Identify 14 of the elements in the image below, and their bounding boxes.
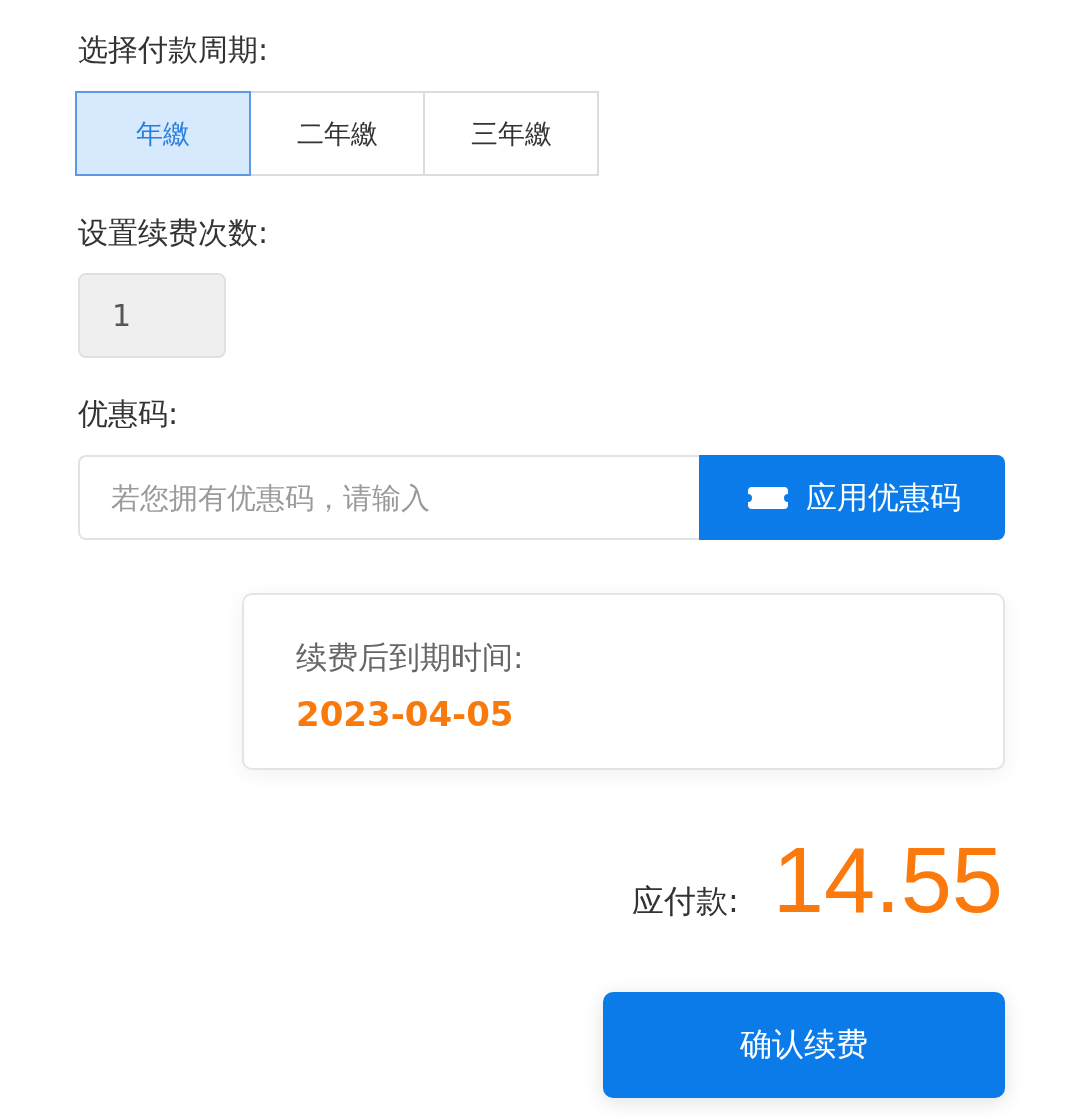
expiry-date: 2023-04-05 [296, 693, 514, 736]
period-option[interactable]: 年繳 [75, 91, 251, 176]
amount-due-label: 应付款: [632, 881, 739, 922]
payment-period-label: 选择付款周期: [78, 31, 269, 69]
ticket-icon [747, 486, 788, 509]
renewal-count-label: 设置续费次数: [78, 214, 269, 252]
amount-due-value: 14.55 [772, 828, 1003, 932]
apply-coupon-button[interactable]: 应用优惠码 [699, 455, 1005, 540]
coupon-label: 优惠码: [78, 395, 179, 433]
confirm-renewal-button[interactable]: 确认续费 [603, 992, 1005, 1098]
period-option[interactable]: 二年繳 [249, 91, 425, 176]
expiry-label: 续费后到期时间: [296, 638, 524, 677]
coupon-field[interactable]: 若您拥有优惠码，请输入 [78, 455, 699, 540]
period-option[interactable]: 三年繳 [423, 91, 599, 176]
